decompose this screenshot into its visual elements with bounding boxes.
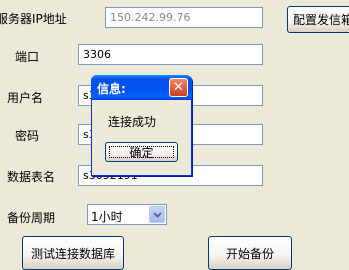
config-sender-button[interactable]: 配置发信箱 bbox=[287, 6, 349, 33]
start-backup-button[interactable]: 开始备份 bbox=[208, 236, 292, 270]
ok-button[interactable]: 确定 bbox=[105, 142, 178, 162]
dialog-message: 连接成功 bbox=[108, 115, 157, 129]
username-label: 用户名 bbox=[7, 91, 44, 105]
backup-period-select[interactable]: 1小时 bbox=[87, 204, 167, 225]
server-ip-label: 服务器IP地址 bbox=[0, 12, 67, 26]
chevron-down-icon[interactable] bbox=[149, 206, 165, 223]
dialog-title: 信息: bbox=[97, 82, 126, 96]
close-icon[interactable]: ✕ bbox=[169, 78, 188, 97]
backup-period-value: 1小时 bbox=[91, 210, 123, 224]
dialog-title-bar[interactable]: 信息: ✕ bbox=[91, 75, 192, 100]
table-name-label: 数据表名 bbox=[7, 170, 56, 184]
password-label: 密码 bbox=[15, 129, 40, 143]
test-connection-button[interactable]: 测试连接数据库 bbox=[22, 236, 124, 270]
info-dialog: 信息: ✕ 连接成功 确定 bbox=[91, 75, 192, 176]
port-field[interactable]: 3306 bbox=[78, 44, 263, 65]
port-label: 端口 bbox=[15, 50, 40, 64]
backup-period-label: 备份周期 bbox=[7, 211, 56, 225]
server-ip-field[interactable]: 150.242.99.76 bbox=[105, 7, 263, 28]
